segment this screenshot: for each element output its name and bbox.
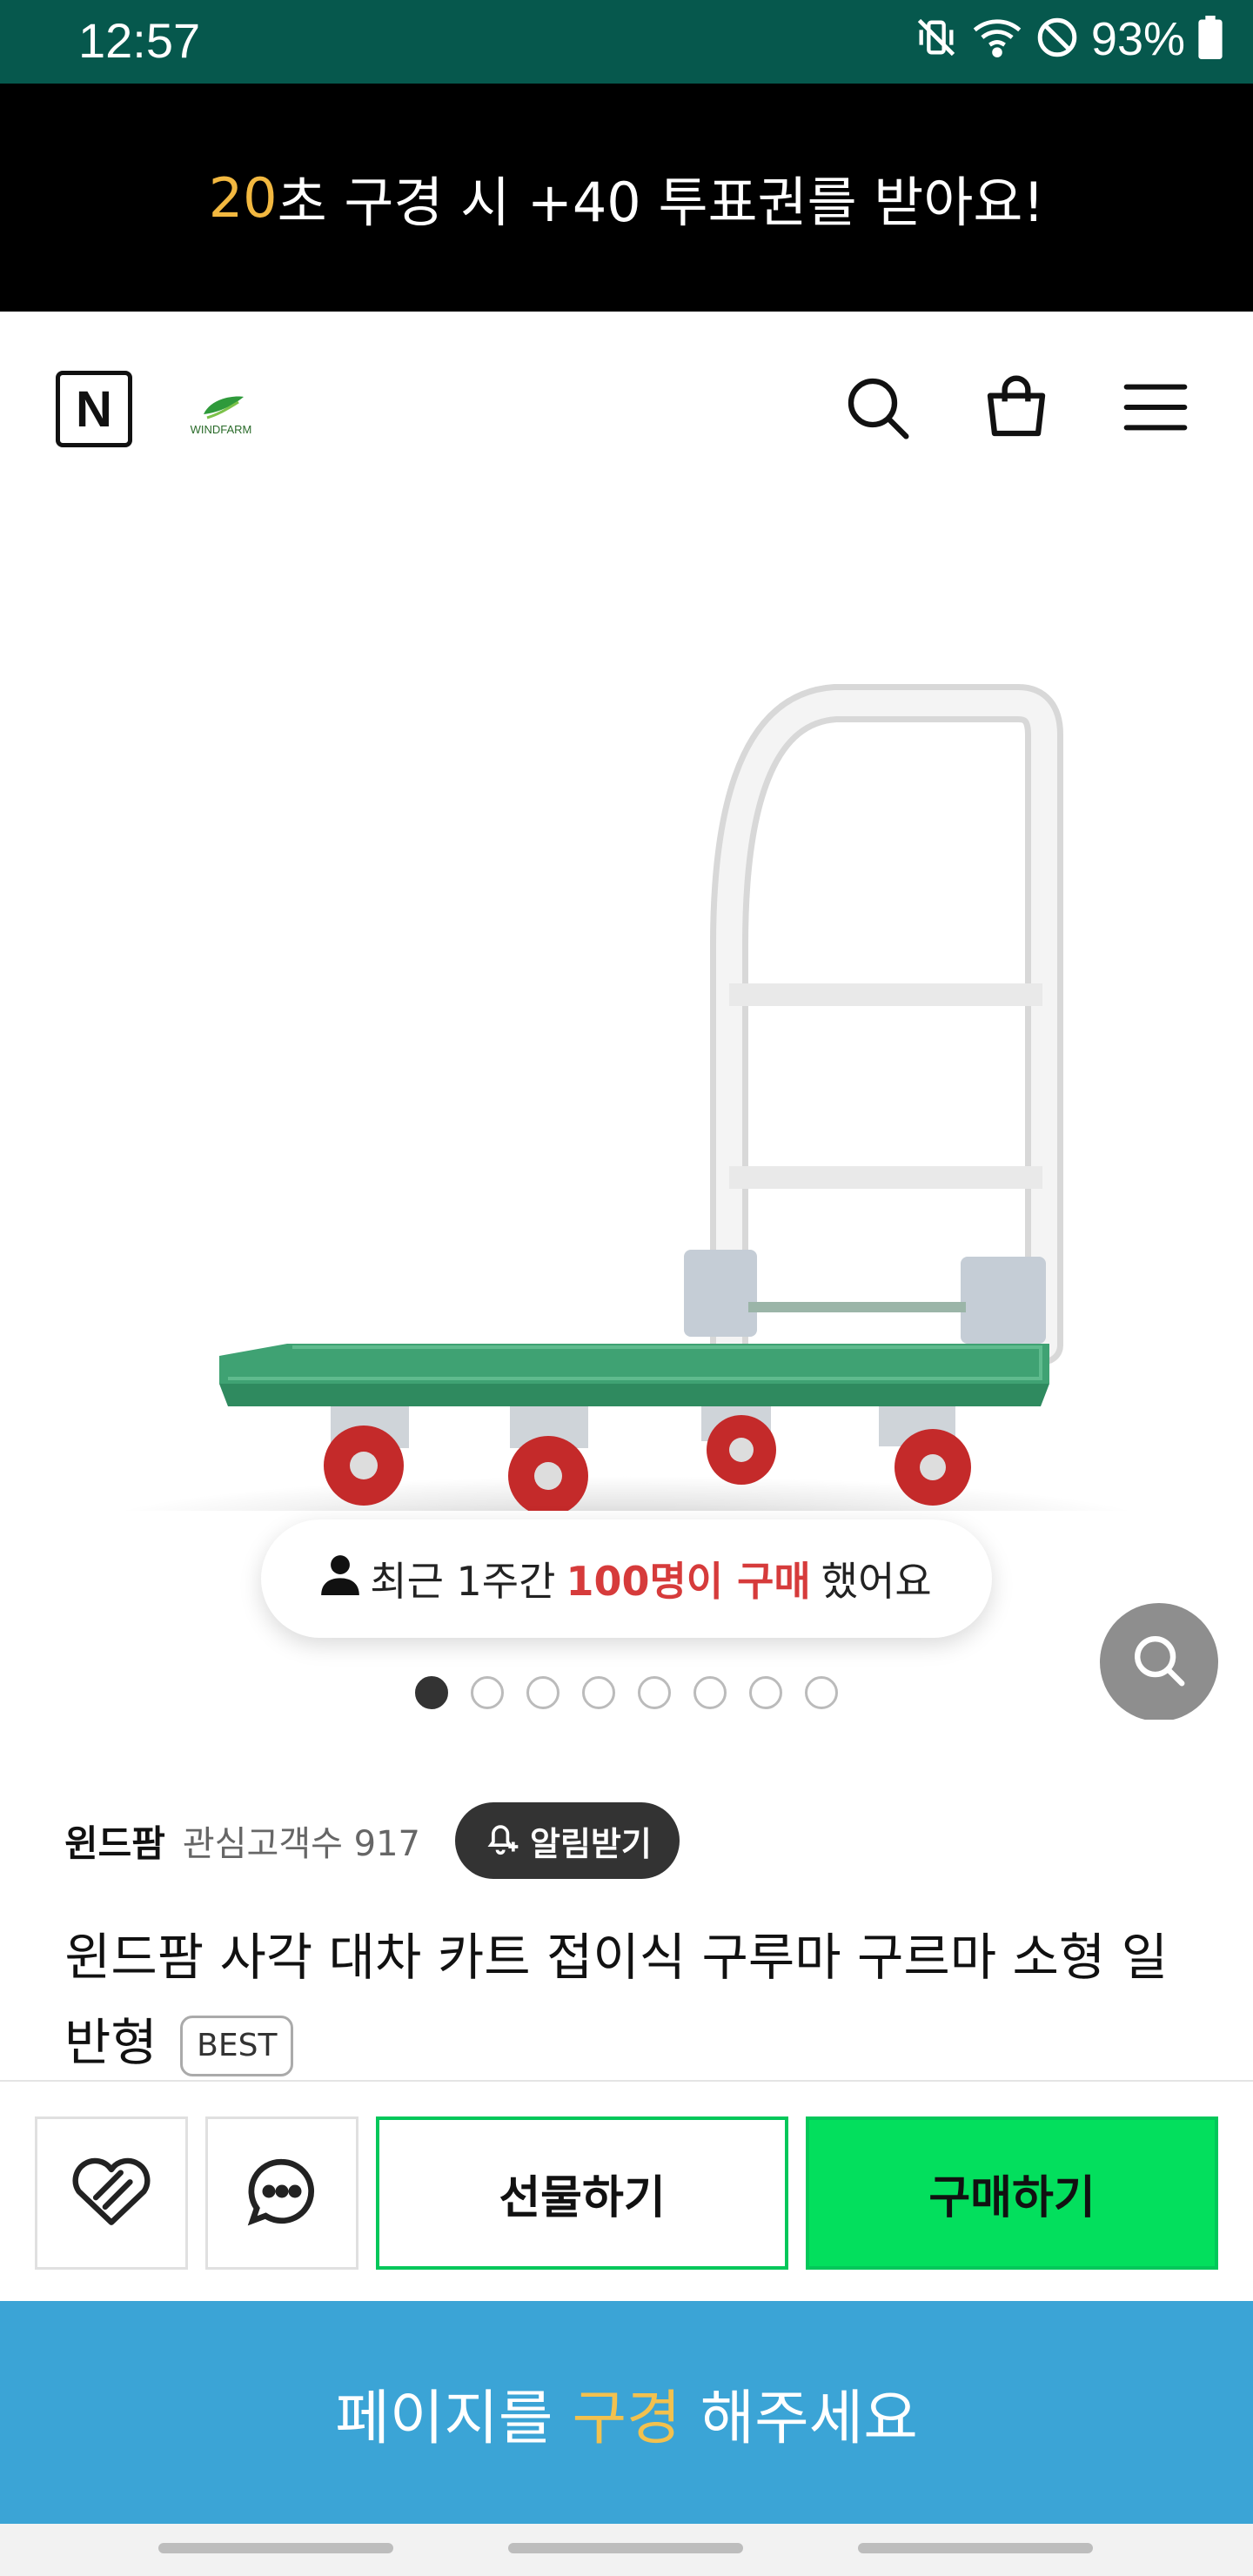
nav-back[interactable] <box>858 2543 1093 2553</box>
browse-page-banner: 페이지를 구경 해주세요 <box>0 2301 1253 2524</box>
naver-logo[interactable]: N <box>56 371 132 447</box>
follower-count: 관심고객수 917 <box>182 1824 420 1864</box>
browse-highlight: 구경 <box>572 2384 681 2453</box>
carousel-indicator <box>0 1676 1253 1709</box>
windfarm-logo[interactable]: WINDFARM <box>181 383 261 439</box>
promo-text: 초 구경 시 +40 투표권를 받아요! <box>277 171 1045 234</box>
search-button[interactable] <box>834 366 921 453</box>
buy-button[interactable]: 구매하기 <box>806 2116 1218 2270</box>
cart-trolley-photo <box>117 684 1136 1511</box>
product-image-carousel[interactable]: 최근 1주간 100명이 구매 했어요 <box>0 510 1253 1720</box>
bell-plus-icon <box>483 1818 521 1864</box>
status-time: 12:57 <box>78 13 201 68</box>
carousel-dot[interactable] <box>415 1676 448 1709</box>
nav-recents[interactable] <box>158 2543 393 2553</box>
vote-promo-banner: 20 초 구경 시 +40 투표권를 받아요! <box>0 84 1253 312</box>
battery-percent: 93% <box>1090 13 1185 65</box>
chat-bubble-icon <box>243 2152 321 2234</box>
status-icons: 93% <box>914 12 1223 66</box>
browse-before: 페이지를 <box>335 2384 553 2453</box>
store-header: N WINDFARM <box>0 312 1253 510</box>
do-not-disturb-icon <box>1035 16 1079 63</box>
image-zoom-button[interactable] <box>1100 1603 1218 1720</box>
carousel-dot[interactable] <box>749 1676 782 1709</box>
carousel-dot[interactable] <box>805 1676 838 1709</box>
store-info-row: 윈드팜 관심고객수 917 알림받기 <box>64 1801 680 1880</box>
store-name[interactable]: 윈드팜 <box>64 1815 165 1868</box>
cart-icon <box>982 372 1051 446</box>
browse-after: 해주세요 <box>700 2384 918 2453</box>
nav-home[interactable] <box>508 2543 743 2553</box>
cart-button[interactable] <box>973 366 1060 453</box>
search-icon <box>842 372 912 446</box>
wishlist-button[interactable] <box>35 2116 188 2270</box>
recent-purchase-badge: 최근 1주간 100명이 구매 했어요 <box>261 1519 992 1638</box>
purchase-action-bar: 선물하기 구매하기 <box>0 2080 1253 2301</box>
carousel-dot[interactable] <box>694 1676 727 1709</box>
talktalk-button[interactable] <box>205 2116 358 2270</box>
heart-icon <box>68 2152 155 2234</box>
carousel-dot[interactable] <box>638 1676 671 1709</box>
menu-icon <box>1121 372 1190 446</box>
windfarm-logo-text: WINDFARM <box>191 423 252 436</box>
best-badge: BEST <box>180 2015 294 2076</box>
promo-seconds: 20 <box>208 165 278 230</box>
carousel-dot[interactable] <box>471 1676 504 1709</box>
product-title: 윈드팜 사각 대차 카트 접이식 구루마 구르마 소형 일반형 BEST <box>64 1915 1196 2085</box>
system-nav-bar <box>0 2524 1253 2576</box>
status-bar: 12:57 93% <box>0 0 1253 84</box>
battery-icon <box>1197 16 1223 63</box>
vibrate-icon <box>914 15 959 64</box>
carousel-dot[interactable] <box>526 1676 559 1709</box>
search-icon <box>1129 1630 1189 1694</box>
notify-label: 알림받기 <box>529 1824 652 1863</box>
wifi-icon <box>971 15 1023 64</box>
gift-button[interactable]: 선물하기 <box>376 2116 788 2270</box>
menu-button[interactable] <box>1112 366 1199 453</box>
notify-button[interactable]: 알림받기 <box>454 1802 680 1879</box>
carousel-dot[interactable] <box>582 1676 615 1709</box>
recent-prefix: 최근 1주간 <box>370 1558 556 1605</box>
recent-highlight: 100명이 구매 <box>566 1558 811 1605</box>
person-icon <box>321 1553 360 1605</box>
recent-suffix: 했어요 <box>821 1558 932 1605</box>
